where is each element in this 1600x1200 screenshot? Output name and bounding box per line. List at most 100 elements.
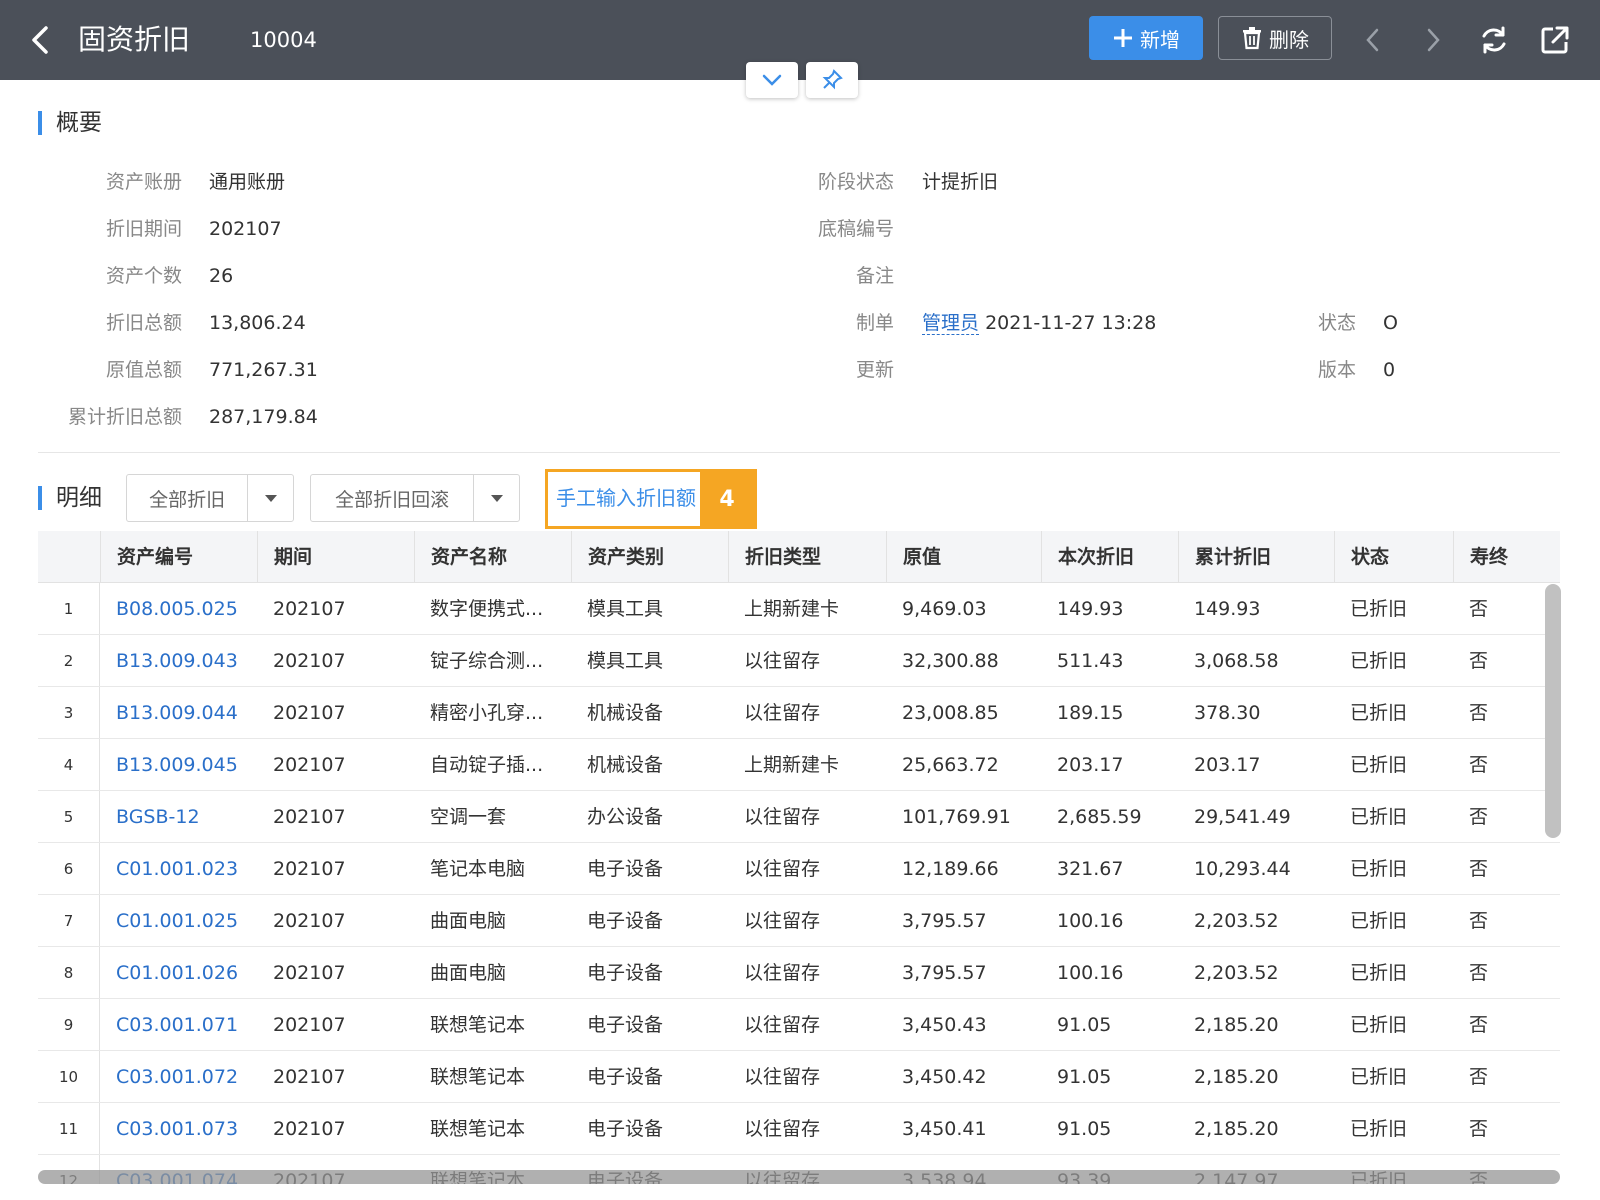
page-title: 固资折旧 (78, 23, 191, 56)
cell-asset-code[interactable]: BGSB-12 (100, 791, 257, 842)
refresh-button[interactable] (1474, 20, 1514, 60)
column-header-asset-code[interactable]: 资产编号 (100, 531, 257, 583)
row-number: 5 (38, 791, 100, 842)
cell-asset-name: 曲面电脑 (430, 962, 507, 984)
cell-depreciation-type: 以往留存 (744, 1014, 821, 1036)
cell-asset-code[interactable]: B13.009.044 (100, 687, 257, 738)
cell-status: 已折旧 (1350, 1066, 1408, 1088)
cell-asset-name: 锭子综合测... (430, 650, 544, 672)
asset-count-value: 26 (209, 265, 234, 287)
cell-current-depreciation: 100.16 (1057, 910, 1124, 932)
detail-table: 资产编号 期间 资产名称 资产类别 折旧类型 原值 本次折旧 累计折旧 状态 寿终 1 B08.00… (38, 531, 1560, 1184)
add-button[interactable]: 新增 (1089, 16, 1203, 60)
cell-accumulated-depreciation: 2,185.20 (1194, 1066, 1279, 1088)
cell-asset-code[interactable]: C03.001.071 (100, 999, 257, 1050)
cell-asset-category: 电子设备 (587, 1014, 664, 1036)
column-header-asset-category[interactable]: 资产类别 (571, 531, 728, 583)
horizontal-scrollbar[interactable] (38, 1170, 1560, 1184)
row-number: 4 (38, 739, 100, 790)
column-header-depreciation-type[interactable]: 折旧类型 (728, 531, 886, 583)
cell-depreciation-type: 以往留存 (744, 806, 821, 828)
period-label: 折旧期间 (105, 218, 182, 240)
column-header-accumulated-depreciation[interactable]: 累计折旧 (1178, 531, 1334, 583)
cell-asset-category: 机械设备 (587, 754, 664, 776)
top-bar: 固资折旧 10004 新增 删除 (0, 0, 1600, 80)
collapse-header-button[interactable] (746, 62, 798, 98)
column-header-asset-name[interactable]: 资产名称 (414, 531, 571, 583)
all-depreciation-button[interactable]: 全部折旧 (127, 475, 249, 521)
cell-asset-code[interactable]: B13.009.043 (100, 635, 257, 686)
step-badge: 4 (700, 472, 754, 526)
cell-period: 202107 (273, 702, 346, 724)
column-header-period[interactable]: 期间 (257, 531, 414, 583)
table-row[interactable]: 5 BGSB-12 202107 空调一套 办公设备 以往留存 101,769.91 2,68… (38, 791, 1560, 843)
back-button[interactable] (22, 20, 62, 60)
table-row[interactable]: 11 C03.001.073 202107 联想笔记本 电子设备 以往留存 3,450.41… (38, 1103, 1560, 1155)
cell-original-value: 3,450.41 (902, 1118, 987, 1140)
cell-asset-code[interactable]: C01.001.023 (100, 843, 257, 894)
table-row[interactable]: 2 B13.009.043 202107 锭子综合测... 模具工具 以往留存 32,300… (38, 635, 1560, 687)
table-header: 资产编号 期间 资产名称 资产类别 折旧类型 原值 本次折旧 累计折旧 状态 寿终 (38, 531, 1560, 583)
table-row[interactable]: 7 C01.001.025 202107 曲面电脑 电子设备 以往留存 3,795.57 10… (38, 895, 1560, 947)
cell-depreciation-type: 以往留存 (744, 1066, 821, 1088)
cell-current-depreciation: 91.05 (1057, 1066, 1112, 1088)
cell-period: 202107 (273, 598, 346, 620)
remark-label: 备注 (855, 265, 894, 287)
cell-end-of-life: 否 (1469, 650, 1489, 672)
cell-asset-code[interactable]: C01.001.026 (100, 947, 257, 998)
cell-asset-name: 联想笔记本 (430, 1118, 526, 1140)
cell-depreciation-type: 上期新建卡 (744, 754, 840, 776)
cell-asset-code[interactable]: B08.005.025 (100, 583, 257, 634)
cell-accumulated-depreciation: 2,203.52 (1194, 962, 1279, 984)
cell-current-depreciation: 511.43 (1057, 650, 1124, 672)
cell-asset-code[interactable]: C03.001.073 (100, 1103, 257, 1154)
share-button[interactable] (1535, 20, 1575, 60)
table-row[interactable]: 6 C01.001.023 202107 笔记本电脑 电子设备 以往留存 12,189.66… (38, 843, 1560, 895)
cell-asset-code[interactable]: C01.001.025 (100, 895, 257, 946)
table-row[interactable]: 3 B13.009.044 202107 精密小孔穿... 机械设备 以往留存 23,008… (38, 687, 1560, 739)
cell-period: 202107 (273, 1014, 346, 1036)
cell-asset-code[interactable]: B13.009.045 (100, 739, 257, 790)
table-row[interactable]: 1 B08.005.025 202107 数字便携式... 模具工具 上期新建卡 9,469… (38, 583, 1560, 635)
stage-value: 计提折旧 (922, 171, 999, 193)
maker-user-link[interactable]: 管理员 (922, 312, 980, 335)
cell-accumulated-depreciation: 203.17 (1194, 754, 1261, 776)
cell-asset-code[interactable]: C03.001.072 (100, 1051, 257, 1102)
all-depreciation-dropdown[interactable] (248, 475, 293, 521)
cell-depreciation-type: 以往留存 (744, 650, 821, 672)
cell-end-of-life: 否 (1469, 754, 1489, 776)
column-header-end-of-life[interactable]: 寿终 (1453, 531, 1560, 583)
refresh-icon (1482, 26, 1506, 54)
cell-asset-category: 模具工具 (587, 650, 664, 672)
cell-asset-name: 联想笔记本 (430, 1066, 526, 1088)
vertical-scrollbar[interactable] (1545, 584, 1561, 838)
cell-period: 202107 (273, 1066, 346, 1088)
cell-original-value: 3,450.42 (902, 1066, 987, 1088)
cell-accumulated-depreciation: 2,203.52 (1194, 910, 1279, 932)
delete-button[interactable]: 删除 (1218, 16, 1332, 60)
column-header-status[interactable]: 状态 (1334, 531, 1453, 583)
table-row[interactable]: 10 C03.001.072 202107 联想笔记本 电子设备 以往留存 3,450.42… (38, 1051, 1560, 1103)
cell-status: 已折旧 (1350, 1014, 1408, 1036)
table-row[interactable]: 4 B13.009.045 202107 自动锭子插... 机械设备 上期新建卡 25,66… (38, 739, 1560, 791)
table-row[interactable]: 8 C01.001.026 202107 曲面电脑 电子设备 以往留存 3,795.57 10… (38, 947, 1560, 999)
all-rollback-button[interactable]: 全部折旧回滚 (311, 475, 475, 521)
back-arrow-icon (32, 26, 48, 54)
all-rollback-dropdown[interactable] (474, 475, 519, 521)
cell-asset-name: 精密小孔穿... (430, 702, 544, 724)
previous-record-button[interactable] (1353, 20, 1393, 60)
manual-input-depreciation-link[interactable]: 手工输入折旧额 (556, 484, 696, 512)
maker-label: 制单 (855, 312, 894, 334)
version-label: 版本 (1317, 359, 1356, 381)
row-number: 8 (38, 947, 100, 998)
orig-total-value: 771,267.31 (209, 359, 318, 381)
next-record-button[interactable] (1413, 20, 1453, 60)
cell-status: 已折旧 (1350, 598, 1408, 620)
pin-header-button[interactable] (806, 62, 858, 98)
cell-accumulated-depreciation: 2,185.20 (1194, 1118, 1279, 1140)
summary-heading: 概要 (38, 110, 102, 136)
column-header-current-depreciation[interactable]: 本次折旧 (1041, 531, 1178, 583)
table-row[interactable]: 9 C03.001.071 202107 联想笔记本 电子设备 以往留存 3,450.43 9… (38, 999, 1560, 1051)
cell-accumulated-depreciation: 3,068.58 (1194, 650, 1279, 672)
column-header-original-value[interactable]: 原值 (886, 531, 1041, 583)
